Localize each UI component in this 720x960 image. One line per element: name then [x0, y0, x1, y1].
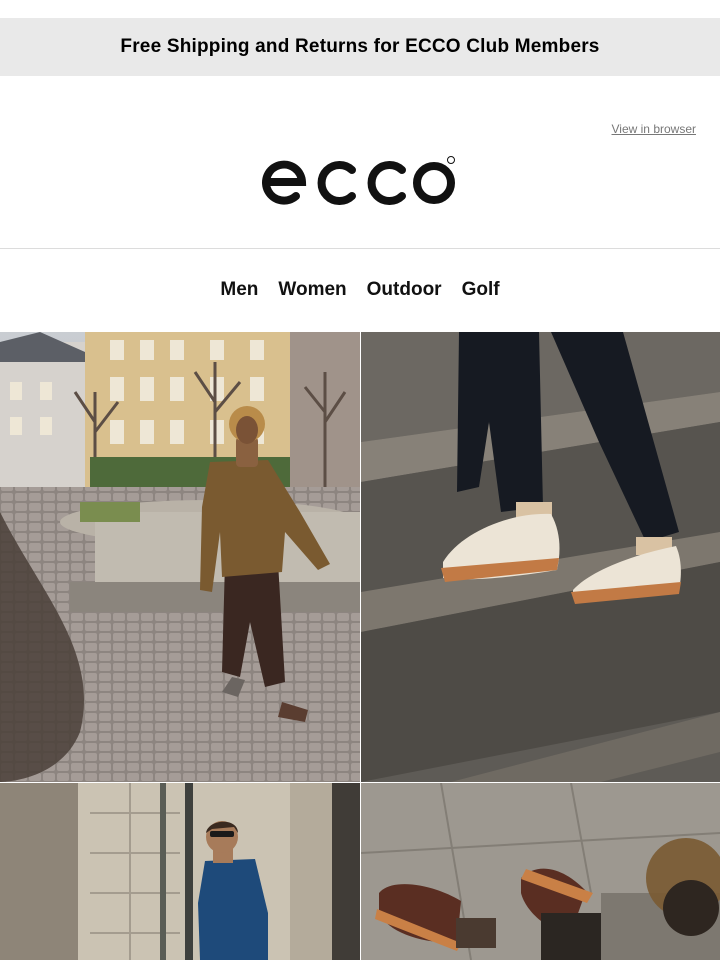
promo-text: Free Shipping and Returns for ECCO Club …	[120, 36, 600, 57]
email-header: View in browser	[0, 76, 720, 249]
category-nav: Men Women Outdoor Golf	[0, 249, 720, 331]
nav-men[interactable]: Men	[220, 279, 258, 301]
nav-outdoor[interactable]: Outdoor	[367, 279, 442, 301]
promo-banner[interactable]: Free Shipping and Returns for ECCO Club …	[0, 18, 720, 76]
nav-golf[interactable]: Golf	[462, 279, 500, 301]
nav-women[interactable]: Women	[278, 279, 346, 301]
man-blue-sweater-image[interactable]	[0, 783, 360, 960]
sneakers-steps-image[interactable]	[361, 332, 720, 782]
brown-shoes-image[interactable]	[361, 783, 720, 960]
hero-woman-image[interactable]	[0, 332, 360, 782]
top-spacer	[0, 0, 720, 18]
image-grid	[0, 332, 720, 960]
ecco-logo[interactable]	[262, 156, 458, 208]
view-in-browser-link[interactable]: View in browser	[612, 122, 696, 136]
